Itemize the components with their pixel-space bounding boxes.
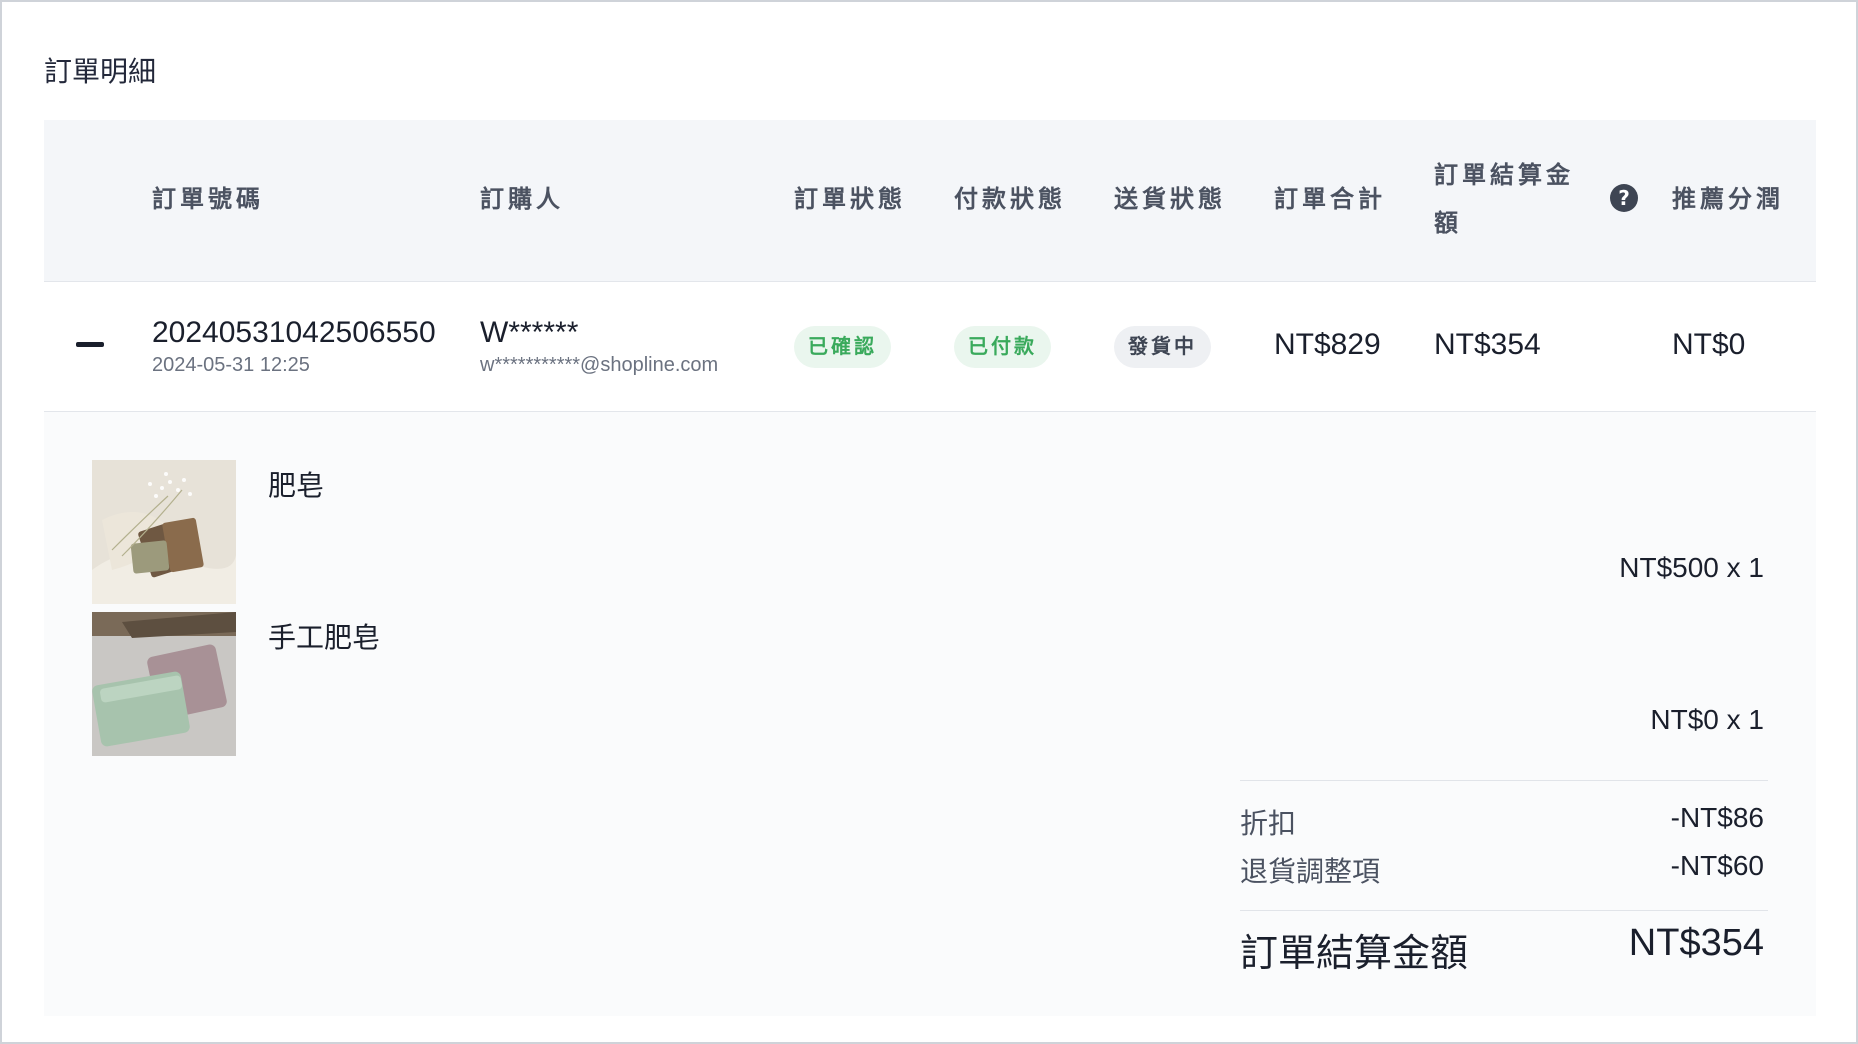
soap-photo [92,460,236,604]
column-header-settlement-line2: 額 [1434,210,1462,237]
delivery-status-badge: 發貨中 [1114,326,1211,368]
column-header-order-total: 訂單合計 [1274,186,1386,213]
return-adjustment-value: -NT$60 [1670,850,1764,881]
order-detail-panel: 訂單明細 訂單號碼 訂購人 訂單狀態 付款狀態 送貨狀態 訂單合計 訂單結算金 … [0,0,1858,1044]
order-total-value: NT$829 [1274,328,1381,361]
summary-divider [1240,780,1768,781]
column-header-order-no: 訂單號碼 [152,186,264,213]
discount-value: -NT$86 [1670,802,1764,833]
item-price-soap: NT$500 x 1 [1619,552,1764,583]
settlement-amount-value: NT$354 [1434,328,1541,361]
item-name-soap: 肥皂 [268,470,325,501]
page-title: 訂單明細 [44,56,157,87]
item-name-handmade-soap: 手工肥皂 [268,622,381,653]
referral-value: NT$0 [1672,328,1746,361]
item-price-handmade-soap: NT$0 x 1 [1650,704,1764,735]
total-divider [1240,910,1768,911]
column-header-buyer: 訂購人 [480,186,564,213]
order-number: 20240531042506550 [152,316,436,349]
order-date: 2024-05-31 12:25 [152,354,310,376]
table-header [44,120,1816,282]
buyer-email: w***********@shopline.com [480,354,719,376]
order-status-badge: 已確認 [794,326,891,368]
help-icon[interactable]: ? [1610,184,1638,212]
column-header-payment-status: 付款狀態 [954,186,1066,213]
discount-label: 折扣 [1240,808,1297,839]
column-header-settlement-line1: 訂單結算金 [1434,162,1574,189]
payment-status-badge: 已付款 [954,326,1051,368]
column-header-referral: 推薦分潤 [1672,186,1784,213]
buyer-name: W****** [480,316,579,349]
return-adjustment-label: 退貨調整項 [1240,856,1381,887]
column-header-delivery-status: 送貨狀態 [1114,186,1226,213]
settlement-total-label: 訂單結算金額 [1240,933,1469,975]
handmade-soap-photo [92,612,236,756]
settlement-total-value: NT$354 [1628,922,1764,964]
collapse-icon[interactable] [76,342,104,347]
column-header-order-status: 訂單狀態 [794,186,906,213]
